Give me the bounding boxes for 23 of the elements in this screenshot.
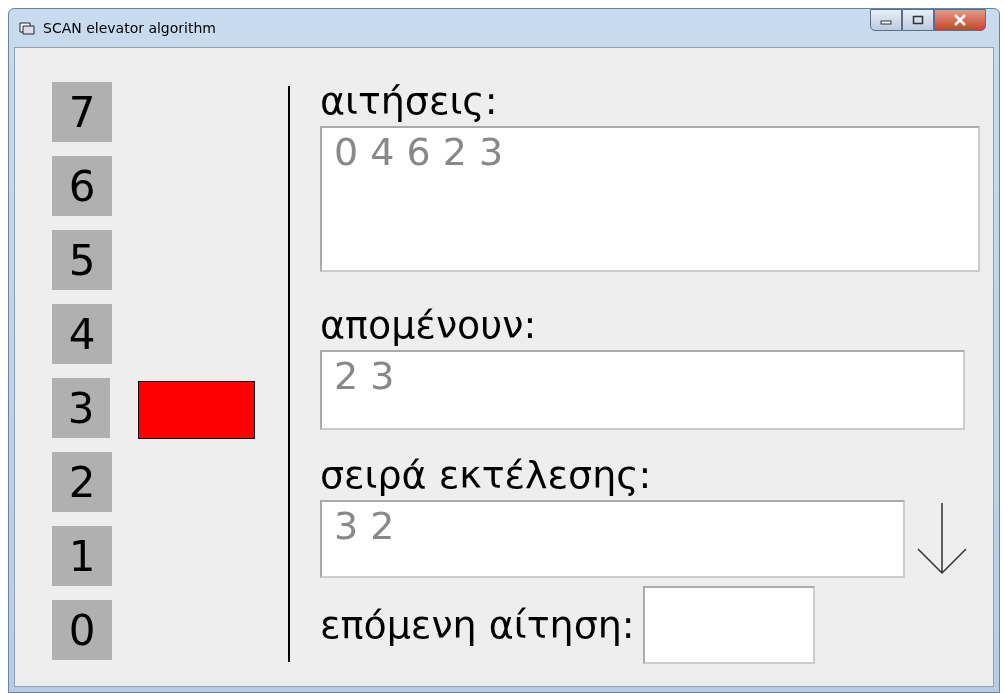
close-button[interactable] — [934, 9, 986, 31]
next-request-label: επόμενη αίτηση: — [320, 602, 635, 648]
floor-label: 5 — [52, 230, 112, 290]
maximize-icon — [912, 15, 924, 25]
floor-label: 6 — [52, 156, 112, 216]
maximize-button[interactable] — [902, 9, 934, 31]
floor-label: 0 — [52, 600, 112, 660]
window-title: SCAN elevator algorithm — [43, 20, 216, 36]
floor-label: 4 — [52, 304, 112, 364]
floor-label: 7 — [52, 82, 112, 142]
floor-label: 2 — [52, 452, 112, 512]
execution-order-field[interactable]: 3 2 — [320, 500, 905, 578]
remaining-field[interactable]: 2 3 — [320, 350, 965, 430]
close-icon — [953, 14, 967, 26]
next-request-field[interactable] — [642, 586, 815, 664]
remaining-label: απομένουν: — [320, 302, 537, 348]
floor-label: 3 — [52, 378, 111, 438]
requests-field[interactable]: 0 4 6 2 3 — [320, 126, 980, 272]
minimize-button[interactable] — [870, 9, 902, 31]
execution-order-label: σειρά εκτέλεσης: — [320, 452, 652, 498]
floor-label: 1 — [52, 526, 112, 586]
requests-label: αιτήσεις: — [320, 78, 498, 124]
app-icon — [19, 21, 35, 35]
